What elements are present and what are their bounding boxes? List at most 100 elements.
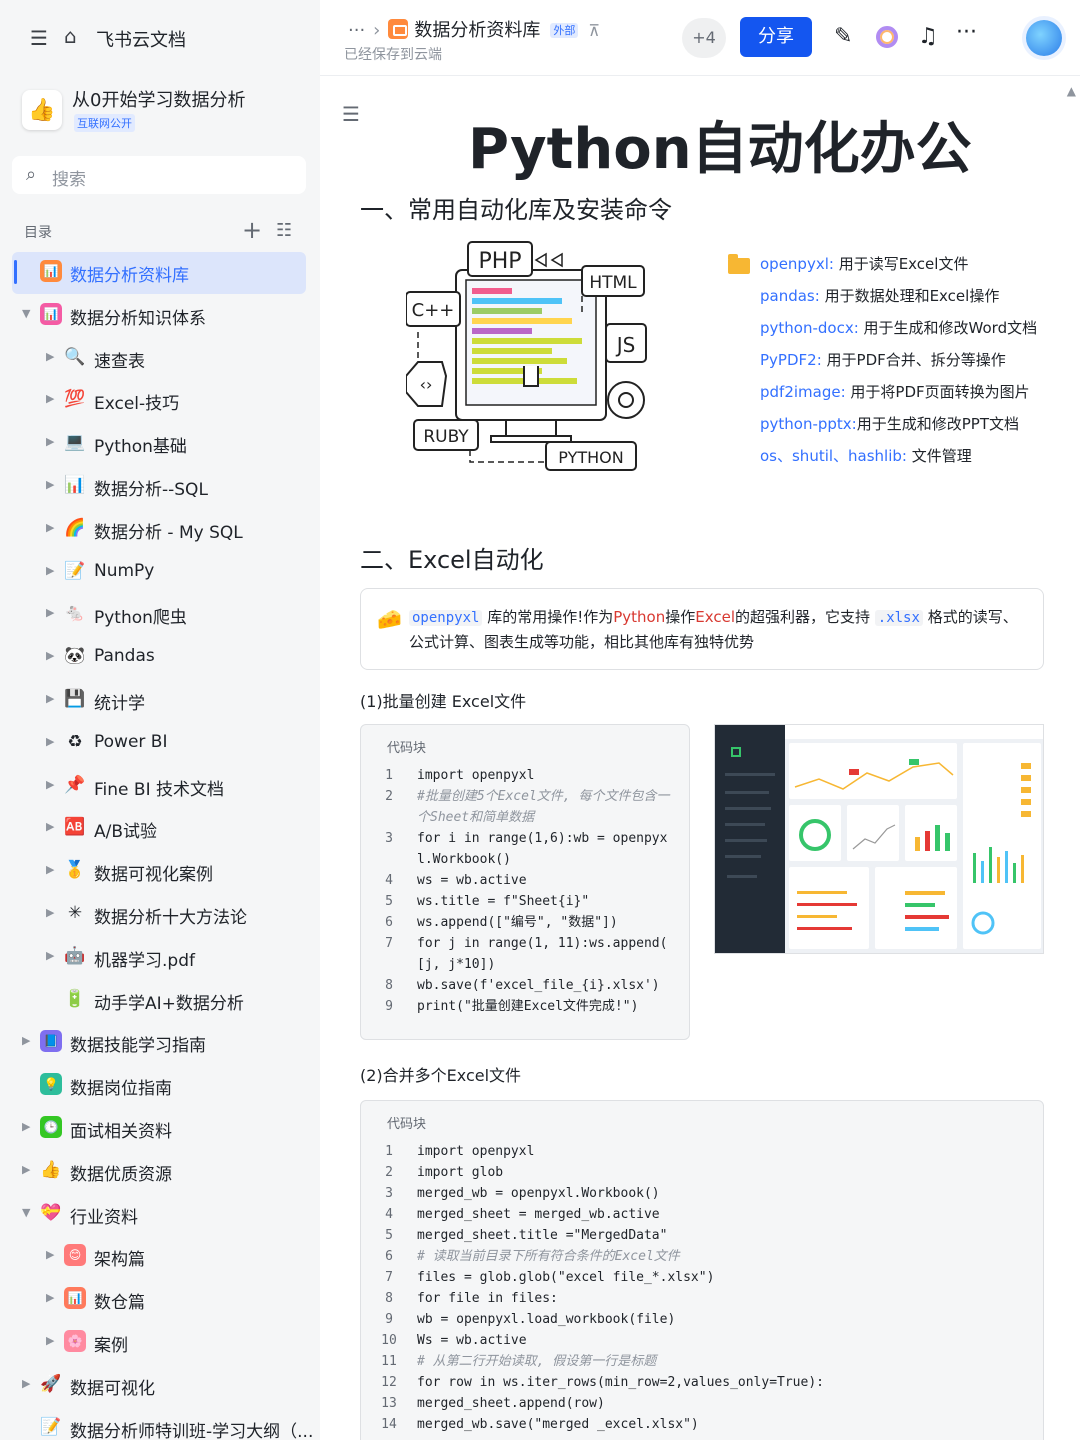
collapse-sidebar-icon[interactable]: ☰ [30,26,48,50]
chevron-right-icon[interactable]: ▶ [46,778,54,791]
chevron-right-icon[interactable]: ▶ [46,606,54,619]
code-line: 13 merged_sheet.append(row) [361,1393,1043,1414]
ai-assistant-icon[interactable] [876,26,898,48]
chevron-right-icon[interactable]: ▶ [46,863,54,876]
sidebar-tree-item[interactable]: ▼ 💝 行业资料 [0,1194,320,1234]
sidebar-tree-item[interactable]: 🔋 动手学AI+数据分析 [0,980,320,1020]
edit-icon[interactable]: ✎ [834,24,852,49]
chevron-right-icon[interactable]: ▶ [22,1377,30,1390]
sidebar-tree-item[interactable]: ▶ 🐁 Python爬虫 [0,594,320,634]
line-number: 5 [385,894,393,909]
chevron-right-icon[interactable]: ▶ [46,735,54,748]
space-header[interactable]: 👍 从0开始学习数据分析 互联网公开 [22,86,312,140]
sidebar-tree-item[interactable]: ▶ 🔍 速查表 [0,338,320,378]
code-line: 12 for row in ws.iter_rows(min_row=2,valu… [361,1372,1043,1393]
code-block-2[interactable]: 代码块 1 import openpyxl 2 import glob 3 merged_… [360,1100,1044,1440]
code-text: merged_sheet.append(row) [417,1396,605,1411]
sidebar-tree-item[interactable]: ▶ 💯 Excel-技巧 [0,380,320,420]
scroll-up-icon[interactable]: ▲ [1067,84,1076,98]
list-view-icon[interactable]: ☷ [276,220,292,241]
sidebar-tree-item[interactable]: ▶ 🌈 数据分析 - My SQL [0,509,320,549]
library-desc: 文件管理 [906,447,972,465]
sidebar-tree-item[interactable]: ▶ 💻 Python基础 [0,423,320,463]
sidebar-tree-item[interactable]: ▶ 🆎 A/B试验 [0,808,320,848]
sidebar-tree-item[interactable]: ▶ 🥇 数据可视化案例 [0,851,320,891]
chevron-right-icon[interactable]: ▶ [46,350,54,363]
chevron-right-icon[interactable]: ▶ [46,1291,54,1304]
folder-icon [728,254,750,274]
sidebar-tree-item[interactable]: ▶ 📊 数仓篇 [0,1279,320,1319]
sidebar-tree-item[interactable]: ▼ 📊 数据分析知识体系 [0,295,320,335]
chevron-right-icon[interactable]: ▶ [46,949,54,962]
sidebar-tree-item[interactable]: ▶ 🤖 机器学习.pdf [0,937,320,977]
sidebar-tree-item[interactable]: ▶ 🌸 案例 [0,1322,320,1362]
breadcrumb-more[interactable]: ··· [348,20,365,41]
add-icon[interactable]: + [242,216,262,244]
item-icon: 🆎 [64,817,86,838]
more-icon[interactable]: ··· [956,20,977,45]
chevron-right-icon[interactable]: ▶ [46,392,54,405]
chevron-right-icon[interactable]: ▶ [46,692,54,705]
chevron-right-icon[interactable]: ▶ [46,906,54,919]
share-button[interactable]: 分享 [740,17,812,57]
chevron-right-icon[interactable]: ▶ [46,435,54,448]
code-lines: 1 import openpyxl 2 import glob 3 merged_wb =… [361,1141,1043,1435]
sidebar-tree-item[interactable]: ▶ 🐼 Pandas [0,637,320,677]
sidebar-tree-item[interactable]: ▶ 📘 数据技能学习指南 [0,1022,320,1062]
js-label: JS [615,333,636,357]
line-number: 3 [385,831,393,846]
chevron-right-icon[interactable]: ▶ [46,1248,54,1261]
chevron-down-icon[interactable]: ▼ [22,307,30,320]
chevron-right-icon[interactable]: ▶ [46,478,54,491]
chevron-right-icon[interactable]: ▶ [22,1120,30,1133]
code-block-1[interactable]: 代码块 1 import openpyxl 2 #批量创建5个Excel文件, 每个文… [360,724,690,1040]
line-number: 8 [385,1291,393,1306]
sidebar-tree-item[interactable]: 💡 数据岗位指南 [0,1065,320,1105]
chevron-right-icon[interactable]: ▶ [22,1163,30,1176]
tree-item-label: 数据分析 - My SQL [94,522,243,543]
app-name[interactable]: 飞书云文档 [96,26,186,52]
chevron-right-icon[interactable]: ▶ [46,1334,54,1347]
cpp-label: C++ [412,300,455,321]
code-line: 8 wb.save(f'excel_file_{i}.xlsx') [361,975,689,996]
sidebar-tree-item[interactable]: ▶ 🚀 数据可视化 [0,1365,320,1405]
line-number: 12 [381,1375,397,1390]
tree-item-label: 数仓篇 [94,1293,145,1314]
sidebar-tree-item[interactable]: 📊 数据分析资料库 [0,252,320,294]
chevron-down-icon[interactable]: ▼ [22,1206,30,1219]
collaborators-count[interactable]: +4 [682,18,726,58]
sidebar-tree-item[interactable]: ▶ 😊 架构篇 [0,1236,320,1276]
home-icon[interactable]: ⌂ [64,24,77,48]
chevron-right-icon[interactable]: ▶ [46,564,54,577]
chevron-right-icon[interactable]: ▶ [46,649,54,662]
chevron-right-icon[interactable]: ▶ [46,820,54,833]
item-icon: 🔍 [64,346,86,367]
sidebar-tree-item[interactable]: ▶ 📊 数据分析--SQL [0,466,320,506]
search-icon: ⌕ [26,164,37,185]
sidebar-tree-item[interactable]: ▶ 💾 统计学 [0,680,320,720]
sidebar-tree-item[interactable]: ▶ 📌 Fine BI 技术文档 [0,766,320,806]
code-line: 8 for file in files: [361,1288,1043,1309]
doc-name[interactable]: 数据分析资料库 [414,20,540,41]
chevron-right-icon[interactable]: ▶ [22,1034,30,1047]
chevron-right-icon[interactable]: ▶ [46,521,54,534]
item-icon: ✳ [67,903,83,923]
pin-icon[interactable]: ⊼ [588,21,600,40]
user-avatar[interactable] [1026,20,1062,56]
line-number: 8 [385,978,393,993]
line-number: 9 [385,1312,393,1327]
outline-icon[interactable]: ☰ [342,102,360,126]
item-icon: 📊 [40,260,62,282]
sidebar-tree-item[interactable]: ▶ 🕒 面试相关资料 [0,1108,320,1148]
sidebar-tree-item[interactable]: ▶ 👍 数据优质资源 [0,1151,320,1191]
library-list: openpyxl: 用于读写Excel文件 pandas: 用于数据处理和Exce… [760,252,1050,476]
sidebar-tree-item[interactable]: 📝 数据分析师特训班-学习大纲（... [0,1408,320,1440]
bell-icon[interactable]: ♫ [918,24,938,49]
tree-item-label: 数据分析资料库 [70,266,189,286]
item-icon: 🤖 [64,945,86,966]
sidebar-tree-item[interactable]: ▶ ♻ Power BI [0,723,320,763]
sidebar-tree-item[interactable]: ▶ 📝 NumPy [0,552,320,592]
sidebar-tree-item[interactable]: ▶ ✳ 数据分析十大方法论 [0,894,320,934]
sidebar-search-input[interactable]: ⌕ 搜索 [12,156,306,194]
code-line: 3 for i in range(1,6):wb = openpyxl.Workb… [361,828,689,870]
